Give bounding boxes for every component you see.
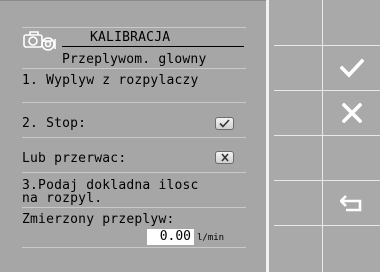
calibration-panel: KALIBRACJA Przeplywom. glowny 1. Wyplyw … [0, 0, 266, 272]
sprayer-calibration-icon [23, 31, 56, 51]
confirm-check-icon [339, 58, 364, 78]
cancel-button[interactable] [323, 91, 380, 135]
divider [22, 102, 246, 103]
calibration-screen: KALIBRACJA Przeplywom. glowny 1. Wyplyw … [0, 0, 380, 272]
interrupt-label: Lub przerwac: [22, 151, 127, 166]
measured-flow-unit: l/min [197, 233, 225, 243]
stop-label: 2. Stop: [22, 116, 87, 131]
cancel-x-icon [341, 103, 362, 123]
softkey-6[interactable] [323, 226, 380, 270]
softkey-1[interactable] [323, 1, 380, 45]
screen-title: KALIBRACJA [90, 30, 171, 45]
divider [22, 247, 246, 248]
stop-confirm-checkbox[interactable] [215, 117, 234, 130]
softkey-4[interactable] [323, 136, 380, 180]
softkey-column [266, 0, 380, 272]
divider [22, 207, 246, 208]
return-arrow-icon [339, 195, 361, 212]
interrupt-cancel-checkbox[interactable] [215, 151, 234, 164]
screen-subtitle: Przeplywom. glowny [62, 52, 207, 67]
divider [22, 137, 246, 138]
title-underline [62, 46, 244, 47]
divider [22, 27, 246, 28]
divider [22, 172, 246, 173]
confirm-button[interactable] [323, 46, 380, 90]
x-icon [220, 153, 229, 162]
softkey-edge [266, 0, 269, 272]
return-button[interactable] [323, 181, 380, 225]
step1-label: 1. Wyplyw z rozpylaczy [22, 73, 199, 88]
check-icon [219, 119, 230, 128]
step3-line2: na rozpyl. [22, 191, 103, 206]
divider [22, 68, 246, 69]
measured-flow-input[interactable]: 0.00 [147, 229, 194, 245]
measured-flow-label: Zmierzony przeplyw: [22, 212, 175, 227]
